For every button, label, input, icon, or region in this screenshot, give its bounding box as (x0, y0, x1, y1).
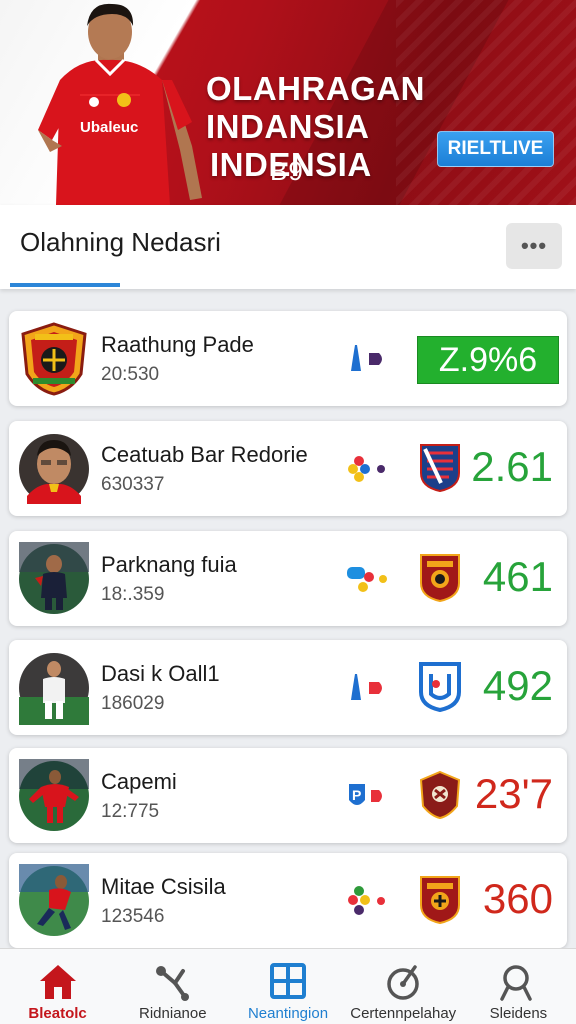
list-item[interactable]: Raathung Pade 20:530 Z.9%6 (9, 311, 567, 406)
item-time: 12:775 (101, 801, 160, 822)
nav-item-search[interactable]: Sleidens (461, 949, 576, 1024)
item-name: Parknang fuia (101, 552, 237, 577)
stat-icon (351, 674, 382, 700)
svg-text:P: P (352, 787, 361, 803)
item-score: 492 (482, 662, 553, 709)
item-score: 23'7 (474, 770, 553, 817)
hero-subtitle: B9 (270, 156, 304, 186)
team-crest-icon (420, 554, 460, 603)
nav-label: Neantingion (247, 1005, 329, 1022)
list-item[interactable]: Ceatuab Bar Redorie 630337 2.61 (9, 421, 567, 516)
list-item[interactable]: Dasi k Oall1 186029 492 (9, 640, 567, 735)
nav-label: Certennpelahay (350, 1005, 457, 1022)
team-crest-icon (419, 770, 461, 820)
item-score-badge: Z.9%6 (417, 336, 559, 384)
nav-label: Bleatolc (28, 1005, 87, 1022)
nav-item-matches[interactable]: Certennpelahay (346, 949, 461, 1024)
ball-icon (387, 965, 419, 1000)
item-score: 2.61 (471, 443, 553, 490)
stat-icon (347, 567, 387, 592)
grid-icon (270, 963, 306, 999)
player-avatar (19, 434, 89, 504)
nav-label: Ridnianoe (139, 1005, 207, 1022)
search-icon (500, 965, 533, 1001)
stat-icon: P (349, 784, 382, 805)
team-crest-icon (419, 662, 461, 712)
section-title: Olahning Nedasri (20, 227, 221, 257)
share-icon (155, 966, 189, 1001)
live-badge-button[interactable]: RIELTLIVE (437, 131, 554, 167)
item-name: Dasi k Oall1 (101, 661, 220, 686)
item-time: 186029 (101, 693, 165, 714)
list-item[interactable]: Capemi 12:775 P 23'7 (9, 748, 567, 843)
player-avatar (19, 864, 89, 936)
nav-label: Sleidens (489, 1005, 548, 1022)
nav-item-ranking[interactable]: Ridnianoe (115, 949, 230, 1024)
club-crest-icon (21, 322, 87, 396)
nav-item-grid[interactable]: Neantingion (230, 949, 345, 1024)
item-time: 630337 (101, 474, 165, 495)
hero-player-image: Ubaleuc (38, 3, 202, 205)
hero-banner[interactable]: Ubaleuc OLAHRAGAN INDANSIA INDENSIA B9 R… (0, 0, 576, 205)
item-score: 360 (482, 875, 553, 922)
item-time: 18:.359 (101, 584, 165, 605)
player-avatar (19, 653, 89, 725)
list-item[interactable]: Parknang fuia 18:.359 461 (9, 531, 567, 626)
item-name: Ceatuab Bar Redorie (101, 442, 308, 467)
item-time: 123546 (101, 906, 165, 927)
list-item[interactable]: Mitae Csisila 123546 360 (9, 853, 567, 948)
bottom-navigation: Bleatolc Ridnianoe Neantingion Certennpe… (0, 948, 576, 1024)
active-tab-indicator (10, 283, 120, 287)
nav-item-home[interactable]: Bleatolc (0, 949, 115, 1024)
more-options-button[interactable]: ••• (506, 223, 562, 269)
stat-icon (351, 345, 382, 371)
player-avatar (19, 542, 89, 614)
item-name: Raathung Pade (101, 332, 254, 357)
stat-icon (348, 886, 385, 915)
item-score: 461 (482, 553, 553, 600)
home-icon (39, 965, 76, 999)
item-name: Mitae Csisila (101, 874, 226, 899)
item-name: Capemi (101, 769, 177, 794)
section-header: Olahning Nedasri ••• (0, 205, 576, 289)
item-time: 20:530 (101, 364, 160, 385)
stat-icon (348, 456, 385, 482)
svg-text:Ubaleuc: Ubaleuc (80, 119, 138, 136)
team-crest-icon (420, 444, 460, 493)
team-crest-icon (420, 876, 460, 925)
player-avatar (19, 759, 89, 831)
